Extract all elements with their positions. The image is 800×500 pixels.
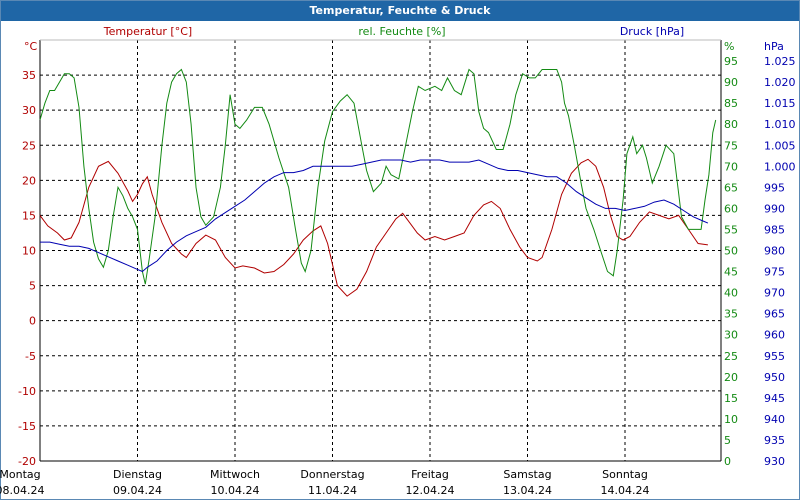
tick-label-humidity: 0: [724, 455, 731, 468]
tick-label-pressure: 1.020: [764, 76, 796, 89]
right1-axis-unit: %: [724, 40, 734, 53]
day-label-date: 09.04.24: [113, 484, 162, 497]
day-label-weekday: Freitag: [411, 468, 449, 481]
day-label-date: 14.04.24: [601, 484, 650, 497]
tick-label-humidity: 30: [724, 329, 738, 342]
tick-label-pressure: 1.015: [764, 97, 796, 110]
day-label-date: 11.04.24: [308, 484, 357, 497]
series-line-right1: [39, 68, 717, 285]
legend-humidity: rel. Feuchte [%]: [358, 25, 445, 38]
tick-label-pressure: 1.005: [764, 139, 796, 152]
left-axis-unit: °C: [24, 40, 38, 53]
series-lines: [39, 68, 717, 297]
tick-label-temperature: 20: [22, 174, 36, 187]
tick-label-humidity: 5: [724, 434, 731, 447]
tick-label-pressure: 995: [764, 181, 785, 194]
tick-label-humidity: 90: [724, 76, 738, 89]
tick-label-pressure: 985: [764, 223, 785, 236]
tick-label-temperature: 15: [22, 209, 36, 222]
tick-label-temperature: 30: [22, 104, 36, 117]
day-label-date: 10.04.24: [211, 484, 260, 497]
day-label-weekday: Dienstag: [113, 468, 162, 481]
tick-label-pressure: 1.025: [764, 55, 796, 68]
chart-canvas: -20 -15 -10 -5 0 5 10 15 20 25 30 35 0 5 10 15 20 25 30 35 4…: [0, 25, 796, 497]
day-label-weekday: Sonntag: [602, 468, 648, 481]
legend-temperature: Temperatur [°C]: [103, 25, 192, 38]
tick-label-temperature: 0: [29, 315, 36, 328]
tick-label-humidity: 10: [724, 413, 738, 426]
right2-axis-unit: hPa: [764, 40, 784, 53]
tick-label-temperature: 35: [22, 69, 36, 82]
tick-label-humidity: 85: [724, 97, 738, 110]
tick-label-humidity: 70: [724, 160, 738, 173]
tick-label-pressure: 965: [764, 308, 785, 321]
tick-label-humidity: 25: [724, 350, 738, 363]
tick-label-pressure: 970: [764, 287, 785, 300]
tick-label-pressure: 955: [764, 350, 785, 363]
tick-label-temperature: 5: [29, 280, 36, 293]
tick-label-humidity: 80: [724, 118, 738, 131]
tick-label-pressure: 1.000: [764, 160, 796, 173]
tick-label-humidity: 20: [724, 371, 738, 384]
tick-label-humidity: 65: [724, 181, 738, 194]
tick-label-humidity: 40: [724, 287, 738, 300]
tick-label-temperature: 25: [22, 139, 36, 152]
tick-label-humidity: 95: [724, 55, 738, 68]
grid-lines: [40, 40, 721, 461]
tick-label-pressure: 940: [764, 413, 785, 426]
tick-label-temperature: -15: [18, 420, 36, 433]
day-label-date: 13.04.24: [503, 484, 552, 497]
tick-label-humidity: 45: [724, 266, 738, 279]
tick-label-humidity: 35: [724, 308, 738, 321]
tick-label-humidity: 15: [724, 392, 738, 405]
tick-label-temperature: -10: [18, 385, 36, 398]
tick-label-pressure: 960: [764, 329, 785, 342]
day-label-weekday: Montag: [0, 468, 41, 481]
tick-label-humidity: 60: [724, 202, 738, 215]
tick-label-pressure: 930: [764, 455, 785, 468]
tick-label-humidity: 50: [724, 245, 738, 258]
tick-label-temperature: 10: [22, 245, 36, 258]
tick-label-pressure: 1.010: [764, 118, 796, 131]
series-line-left: [39, 158, 708, 297]
tick-label-temperature: -5: [25, 350, 36, 363]
axes: -20 -15 -10 -5 0 5 10 15 20 25 30 35 0 5 10 15 20 25 30 35 4…: [0, 39, 796, 497]
day-label-weekday: Mittwoch: [210, 468, 260, 481]
legend-pressure: Druck [hPa]: [620, 25, 684, 38]
tick-label-pressure: 945: [764, 392, 785, 405]
day-label-date: 08.04.24: [0, 484, 44, 497]
tick-label-pressure: 935: [764, 434, 785, 447]
tick-label-pressure: 990: [764, 202, 785, 215]
tick-label-pressure: 980: [764, 245, 785, 258]
tick-label-pressure: 950: [764, 371, 785, 384]
tick-label-temperature: -20: [18, 455, 36, 468]
day-label-weekday: Samstag: [503, 468, 551, 481]
day-label-weekday: Donnerstag: [300, 468, 364, 481]
tick-label-humidity: 55: [724, 223, 738, 236]
tick-label-pressure: 975: [764, 266, 785, 279]
day-label-date: 12.04.24: [406, 484, 455, 497]
tick-label-humidity: 75: [724, 139, 738, 152]
